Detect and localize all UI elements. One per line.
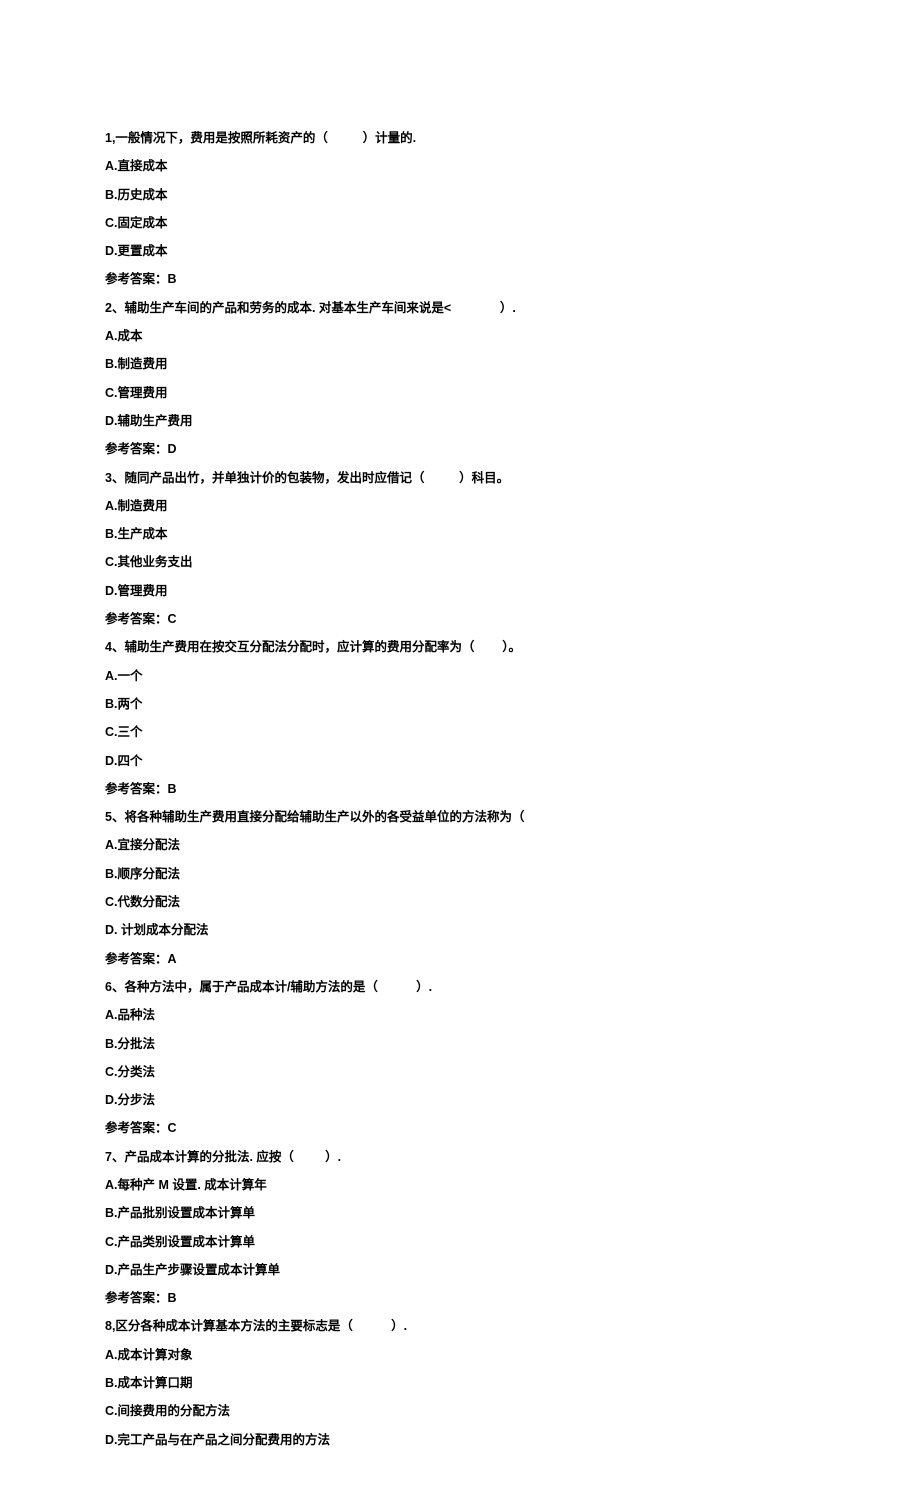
- answer: 参考答案：B: [105, 271, 815, 289]
- question-stem: 6、各种方法中，属于产品成本计/辅助方法的是（ ）.: [105, 979, 815, 997]
- question-number: 3: [105, 471, 112, 485]
- question-text: ,区分各种成本计算基本方法的主要标志是（ ）.: [112, 1319, 407, 1333]
- answer: 参考答案：B: [105, 781, 815, 799]
- option-d: D.辅助生产费用: [105, 413, 815, 431]
- option-a: A.成本: [105, 328, 815, 346]
- question-number: 6: [105, 980, 112, 994]
- option-c: C.固定成本: [105, 215, 815, 233]
- option-d: D.分步法: [105, 1092, 815, 1110]
- option-d: D.产品生产步骤设置成本计算单: [105, 1262, 815, 1280]
- question-text: 、辅助生产车间的产品和劳务的成本. 对基本生产车间来说是< ）.: [112, 301, 516, 315]
- option-a: A.品种法: [105, 1007, 815, 1025]
- option-a: A.制造费用: [105, 498, 815, 516]
- option-b: B.顺序分配法: [105, 866, 815, 884]
- option-d: D. 计划成本分配法: [105, 922, 815, 940]
- option-c: C.三个: [105, 724, 815, 742]
- option-b: B.历史成本: [105, 187, 815, 205]
- question-text: 、各种方法中，属于产品成本计/辅助方法的是（ ）.: [112, 980, 432, 994]
- question-text: 、随同产品出竹，并单独计价的包装物，发出时应借记（ ）科目。: [112, 471, 509, 485]
- answer: 参考答案：B: [105, 1290, 815, 1308]
- option-d: D.完工产品与在产品之间分配费用的方法: [105, 1432, 815, 1450]
- option-c: C.其他业务支出: [105, 554, 815, 572]
- option-c: C.代数分配法: [105, 894, 815, 912]
- question-stem: 7、产品成本计算的分批法. 应按（ ）.: [105, 1149, 815, 1167]
- option-b: B.生产成本: [105, 526, 815, 544]
- question-text: 、辅助生产费用在按交互分配法分配时，应计算的费用分配率为（ ）。: [112, 640, 521, 654]
- option-b: B.分批法: [105, 1036, 815, 1054]
- question-stem: 2、辅助生产车间的产品和劳务的成本. 对基本生产车间来说是< ）.: [105, 300, 815, 318]
- document-page: 1,一般情况下，费用是按照所耗资产的（ ）计量的. A.直接成本 B.历史成本 …: [0, 0, 920, 1510]
- question-stem: 8,区分各种成本计算基本方法的主要标志是（ ）.: [105, 1318, 815, 1336]
- option-a: A.直接成本: [105, 158, 815, 176]
- question-number: 7: [105, 1150, 112, 1164]
- question-number: 8: [105, 1319, 112, 1333]
- option-a: A.一个: [105, 668, 815, 686]
- option-d: D.管理费用: [105, 583, 815, 601]
- option-c: C.管理费用: [105, 385, 815, 403]
- option-b: B.成本计算口期: [105, 1375, 815, 1393]
- question-stem: 5、将各种辅助生产费用直接分配给辅助生产以外的各受益单位的方法称为（: [105, 809, 815, 827]
- option-b: B.制造费用: [105, 356, 815, 374]
- option-a: A.每种产 M 设置. 成本计算年: [105, 1177, 815, 1195]
- option-a: A.宜接分配法: [105, 837, 815, 855]
- question-stem: 3、随同产品出竹，并单独计价的包装物，发出时应借记（ ）科目。: [105, 470, 815, 488]
- option-b: B.产品批别设置成本计算单: [105, 1205, 815, 1223]
- question-number: 5: [105, 810, 112, 824]
- answer: 参考答案：C: [105, 611, 815, 629]
- question-stem: 4、辅助生产费用在按交互分配法分配时，应计算的费用分配率为（ ）。: [105, 639, 815, 657]
- option-c: C.分类法: [105, 1064, 815, 1082]
- question-stem: 1,一般情况下，费用是按照所耗资产的（ ）计量的.: [105, 130, 815, 148]
- question-text: 、产品成本计算的分批法. 应按（ ）.: [112, 1150, 341, 1164]
- option-b: B.两个: [105, 696, 815, 714]
- option-a: A.成本计算对象: [105, 1347, 815, 1365]
- answer: 参考答案：D: [105, 441, 815, 459]
- option-d: D.四个: [105, 753, 815, 771]
- question-text: ,一般情况下，费用是按照所耗资产的（ ）计量的.: [112, 131, 416, 145]
- option-c: C.间接费用的分配方法: [105, 1403, 815, 1421]
- option-d: D.更置成本: [105, 243, 815, 261]
- answer: 参考答案：C: [105, 1120, 815, 1138]
- question-text: 、将各种辅助生产费用直接分配给辅助生产以外的各受益单位的方法称为（: [112, 810, 525, 824]
- answer: 参考答案：A: [105, 951, 815, 969]
- question-number: 1: [105, 131, 112, 145]
- question-number: 2: [105, 301, 112, 315]
- option-c: C.产品类别设置成本计算单: [105, 1234, 815, 1252]
- question-number: 4: [105, 640, 112, 654]
